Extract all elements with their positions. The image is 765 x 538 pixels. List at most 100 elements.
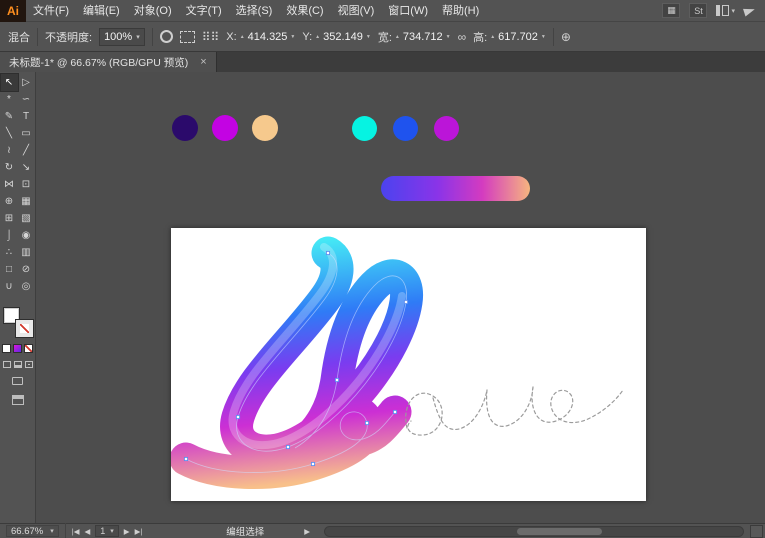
canvas-pasteboard[interactable]	[36, 72, 765, 523]
artboard-tool[interactable]: □	[1, 261, 18, 278]
width-field[interactable]: 宽: ▲ 734.712 ▼	[378, 29, 451, 45]
blend-tool[interactable]: ◉	[18, 227, 35, 244]
zoom-tool[interactable]: ◎	[18, 278, 35, 295]
stepper-icon[interactable]: ▼	[446, 35, 451, 39]
stepper-icon[interactable]: ▲	[490, 35, 495, 39]
bounding-box-icon[interactable]	[180, 31, 195, 43]
y-label: Y:	[302, 31, 312, 43]
symbol-sprayer-tool[interactable]: ∴	[1, 244, 18, 261]
previous-artboard-icon[interactable]: ◀	[84, 527, 90, 536]
direct-selection-tool[interactable]: ▷	[18, 74, 35, 91]
x-field[interactable]: X: ▲ 414.325 ▼	[226, 31, 295, 43]
paintbrush-tool[interactable]: ≀	[1, 142, 18, 159]
y-field[interactable]: Y: ▲ 352.149 ▼	[302, 31, 370, 43]
none-button[interactable]	[24, 344, 33, 353]
slice-tool[interactable]: ⊘	[18, 261, 35, 278]
y-value[interactable]: 352.149	[323, 31, 363, 43]
draw-inside-icon[interactable]	[25, 361, 33, 368]
menu-help[interactable]: 帮助(H)	[435, 0, 486, 22]
selection-tool[interactable]: ↖	[1, 74, 18, 91]
draw-normal-icon[interactable]	[3, 361, 11, 368]
color-button[interactable]	[2, 344, 11, 353]
eyedropper-tool[interactable]: ⌡	[1, 227, 18, 244]
rectangle-tool[interactable]: ▭	[18, 125, 35, 142]
zoom-level-dropdown[interactable]: 66.67% ▾	[6, 525, 59, 537]
opacity-value: 100%	[104, 31, 132, 43]
menu-view[interactable]: 视图(V)	[331, 0, 382, 22]
first-artboard-icon[interactable]: |◀	[72, 527, 80, 536]
screen-mode-icon[interactable]	[12, 377, 23, 385]
swatch-dark-indigo[interactable]	[172, 115, 198, 141]
menu-edit[interactable]: 编辑(E)	[76, 0, 127, 22]
artboard[interactable]	[171, 228, 646, 501]
align-grid-icon[interactable]: ⠿⠿	[202, 30, 220, 44]
artboard-number-dropdown[interactable]: 1 ▾	[95, 525, 119, 537]
stepper-icon[interactable]: ▲	[240, 35, 245, 39]
hand-tool[interactable]: ∪	[1, 278, 18, 295]
panel-toggle-icon[interactable]	[12, 395, 24, 405]
horizontal-scrollbar[interactable]	[324, 526, 744, 537]
scale-tool[interactable]: ↘	[18, 159, 35, 176]
stock-icon[interactable]: St	[689, 3, 707, 18]
perspective-grid-tool[interactable]: ▦	[18, 193, 35, 210]
menu-select[interactable]: 选择(S)	[229, 0, 280, 22]
pen-tool[interactable]: ✎	[1, 108, 18, 125]
stepper-icon[interactable]: ▼	[290, 35, 295, 39]
status-flyout-icon[interactable]: ▶	[304, 527, 310, 536]
next-artboard-icon[interactable]: ▶	[124, 527, 130, 536]
last-artboard-icon[interactable]: ▶|	[135, 527, 143, 536]
width-tool[interactable]: ⋈	[1, 176, 18, 193]
drawing-mode-buttons	[3, 361, 33, 368]
free-transform-tool[interactable]: ⊡	[18, 176, 35, 193]
swatch-blue[interactable]	[393, 116, 418, 141]
height-value[interactable]: 617.702	[498, 31, 538, 43]
share-icon[interactable]	[743, 5, 756, 16]
swatch-peach[interactable]	[252, 115, 278, 141]
line-segment-tool[interactable]: ╲	[1, 125, 18, 142]
x-label: X:	[226, 31, 236, 43]
love-artwork[interactable]	[171, 228, 646, 501]
menu-effect[interactable]: 效果(C)	[279, 0, 330, 22]
recolor-artwork-icon[interactable]	[160, 30, 173, 43]
blend-gradient-bar[interactable]	[381, 176, 530, 201]
stepper-icon[interactable]: ▲	[395, 35, 400, 39]
fill-stroke-control[interactable]	[3, 307, 33, 337]
width-value[interactable]: 734.712	[403, 31, 443, 43]
opacity-field[interactable]: 100% ▾	[99, 28, 145, 46]
dashed-ove-path[interactable]	[406, 387, 623, 435]
shape-builder-tool[interactable]: ⊕	[1, 193, 18, 210]
blend-bar-shape[interactable]	[381, 176, 530, 201]
menu-file[interactable]: 文件(F)	[26, 0, 76, 22]
lasso-tool[interactable]: ∽	[18, 91, 35, 108]
height-field[interactable]: 高: ▲ 617.702 ▼	[473, 29, 546, 45]
stroke-swatch[interactable]	[16, 320, 33, 337]
chevron-down-icon: ▾	[731, 7, 735, 15]
swatch-violet[interactable]	[434, 116, 459, 141]
gradient-tool[interactable]: ▧	[18, 210, 35, 227]
stepper-icon[interactable]: ▲	[315, 35, 320, 39]
tool-grid: ↖ ▷ * ∽ ✎ T	[1, 74, 35, 295]
swatch-magenta[interactable]	[212, 115, 238, 141]
gradient-button[interactable]	[13, 344, 22, 353]
x-value[interactable]: 414.325	[248, 31, 288, 43]
menu-object[interactable]: 对象(O)	[127, 0, 179, 22]
workspace-switcher-icon[interactable]: ▾	[716, 5, 735, 16]
pencil-tool[interactable]: ╱	[18, 142, 35, 159]
column-graph-tool[interactable]: ▥	[18, 244, 35, 261]
scrollbar-thumb[interactable]	[517, 528, 602, 535]
stepper-icon[interactable]: ▼	[366, 35, 371, 39]
swatch-cyan[interactable]	[352, 116, 377, 141]
bridge-icon[interactable]: ▦	[662, 3, 680, 18]
menu-window[interactable]: 窗口(W)	[381, 0, 435, 22]
document-tab[interactable]: 未标题-1* @ 66.67% (RGB/GPU 预览) ×	[0, 52, 217, 72]
menu-type[interactable]: 文字(T)	[179, 0, 229, 22]
transform-options-icon[interactable]: ⊕	[561, 30, 571, 44]
mesh-tool[interactable]: ⊞	[1, 210, 18, 227]
constrain-proportions-icon[interactable]: ∞	[458, 30, 467, 44]
rotate-tool[interactable]: ↻	[1, 159, 18, 176]
close-icon[interactable]: ×	[200, 56, 206, 68]
type-tool[interactable]: T	[18, 108, 35, 125]
stepper-icon[interactable]: ▼	[541, 35, 546, 39]
magic-wand-tool[interactable]: *	[1, 91, 18, 108]
draw-behind-icon[interactable]	[14, 361, 22, 368]
